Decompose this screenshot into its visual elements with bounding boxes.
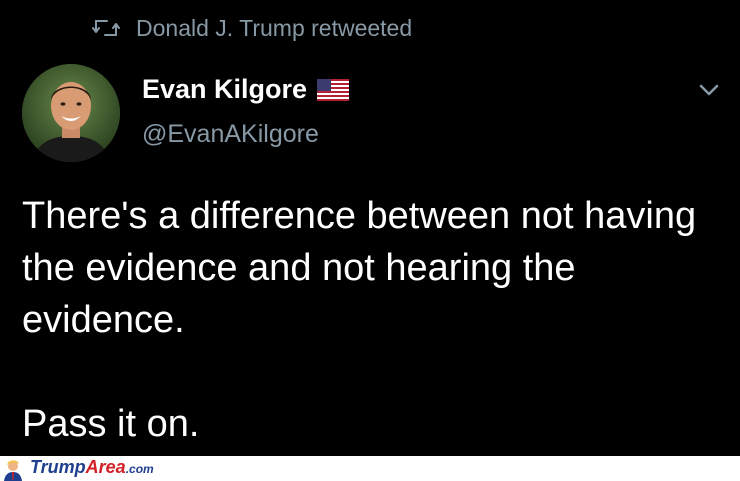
- us-flag-icon: [317, 78, 350, 101]
- retweet-header: Donald J. Trump retweeted: [92, 12, 412, 44]
- author-name[interactable]: Evan Kilgore: [142, 74, 307, 105]
- watermark-logo: TrumpArea.com: [30, 455, 154, 481]
- tweet-text: There's a difference between not having …: [22, 190, 722, 450]
- retweet-label: Donald J. Trump retweeted: [136, 14, 413, 41]
- avatar[interactable]: [22, 64, 120, 162]
- watermark-logo-part: Area: [85, 457, 126, 477]
- author-name-row[interactable]: Evan Kilgore: [142, 74, 350, 105]
- author-handle[interactable]: @EvanAKilgore: [142, 120, 319, 149]
- watermark-bar: TrumpArea.com: [0, 456, 740, 481]
- retweet-icon: [92, 20, 120, 36]
- chevron-down-icon[interactable]: [696, 80, 722, 100]
- watermark-figure-icon: [0, 456, 26, 481]
- watermark-logo-part: .com: [125, 462, 154, 476]
- tweet-paragraph: Pass it on.: [22, 403, 200, 445]
- tweet-paragraph: There's a difference between not having …: [22, 195, 697, 341]
- watermark-logo-part: Trump: [30, 457, 86, 477]
- avatar-photo: [22, 64, 120, 162]
